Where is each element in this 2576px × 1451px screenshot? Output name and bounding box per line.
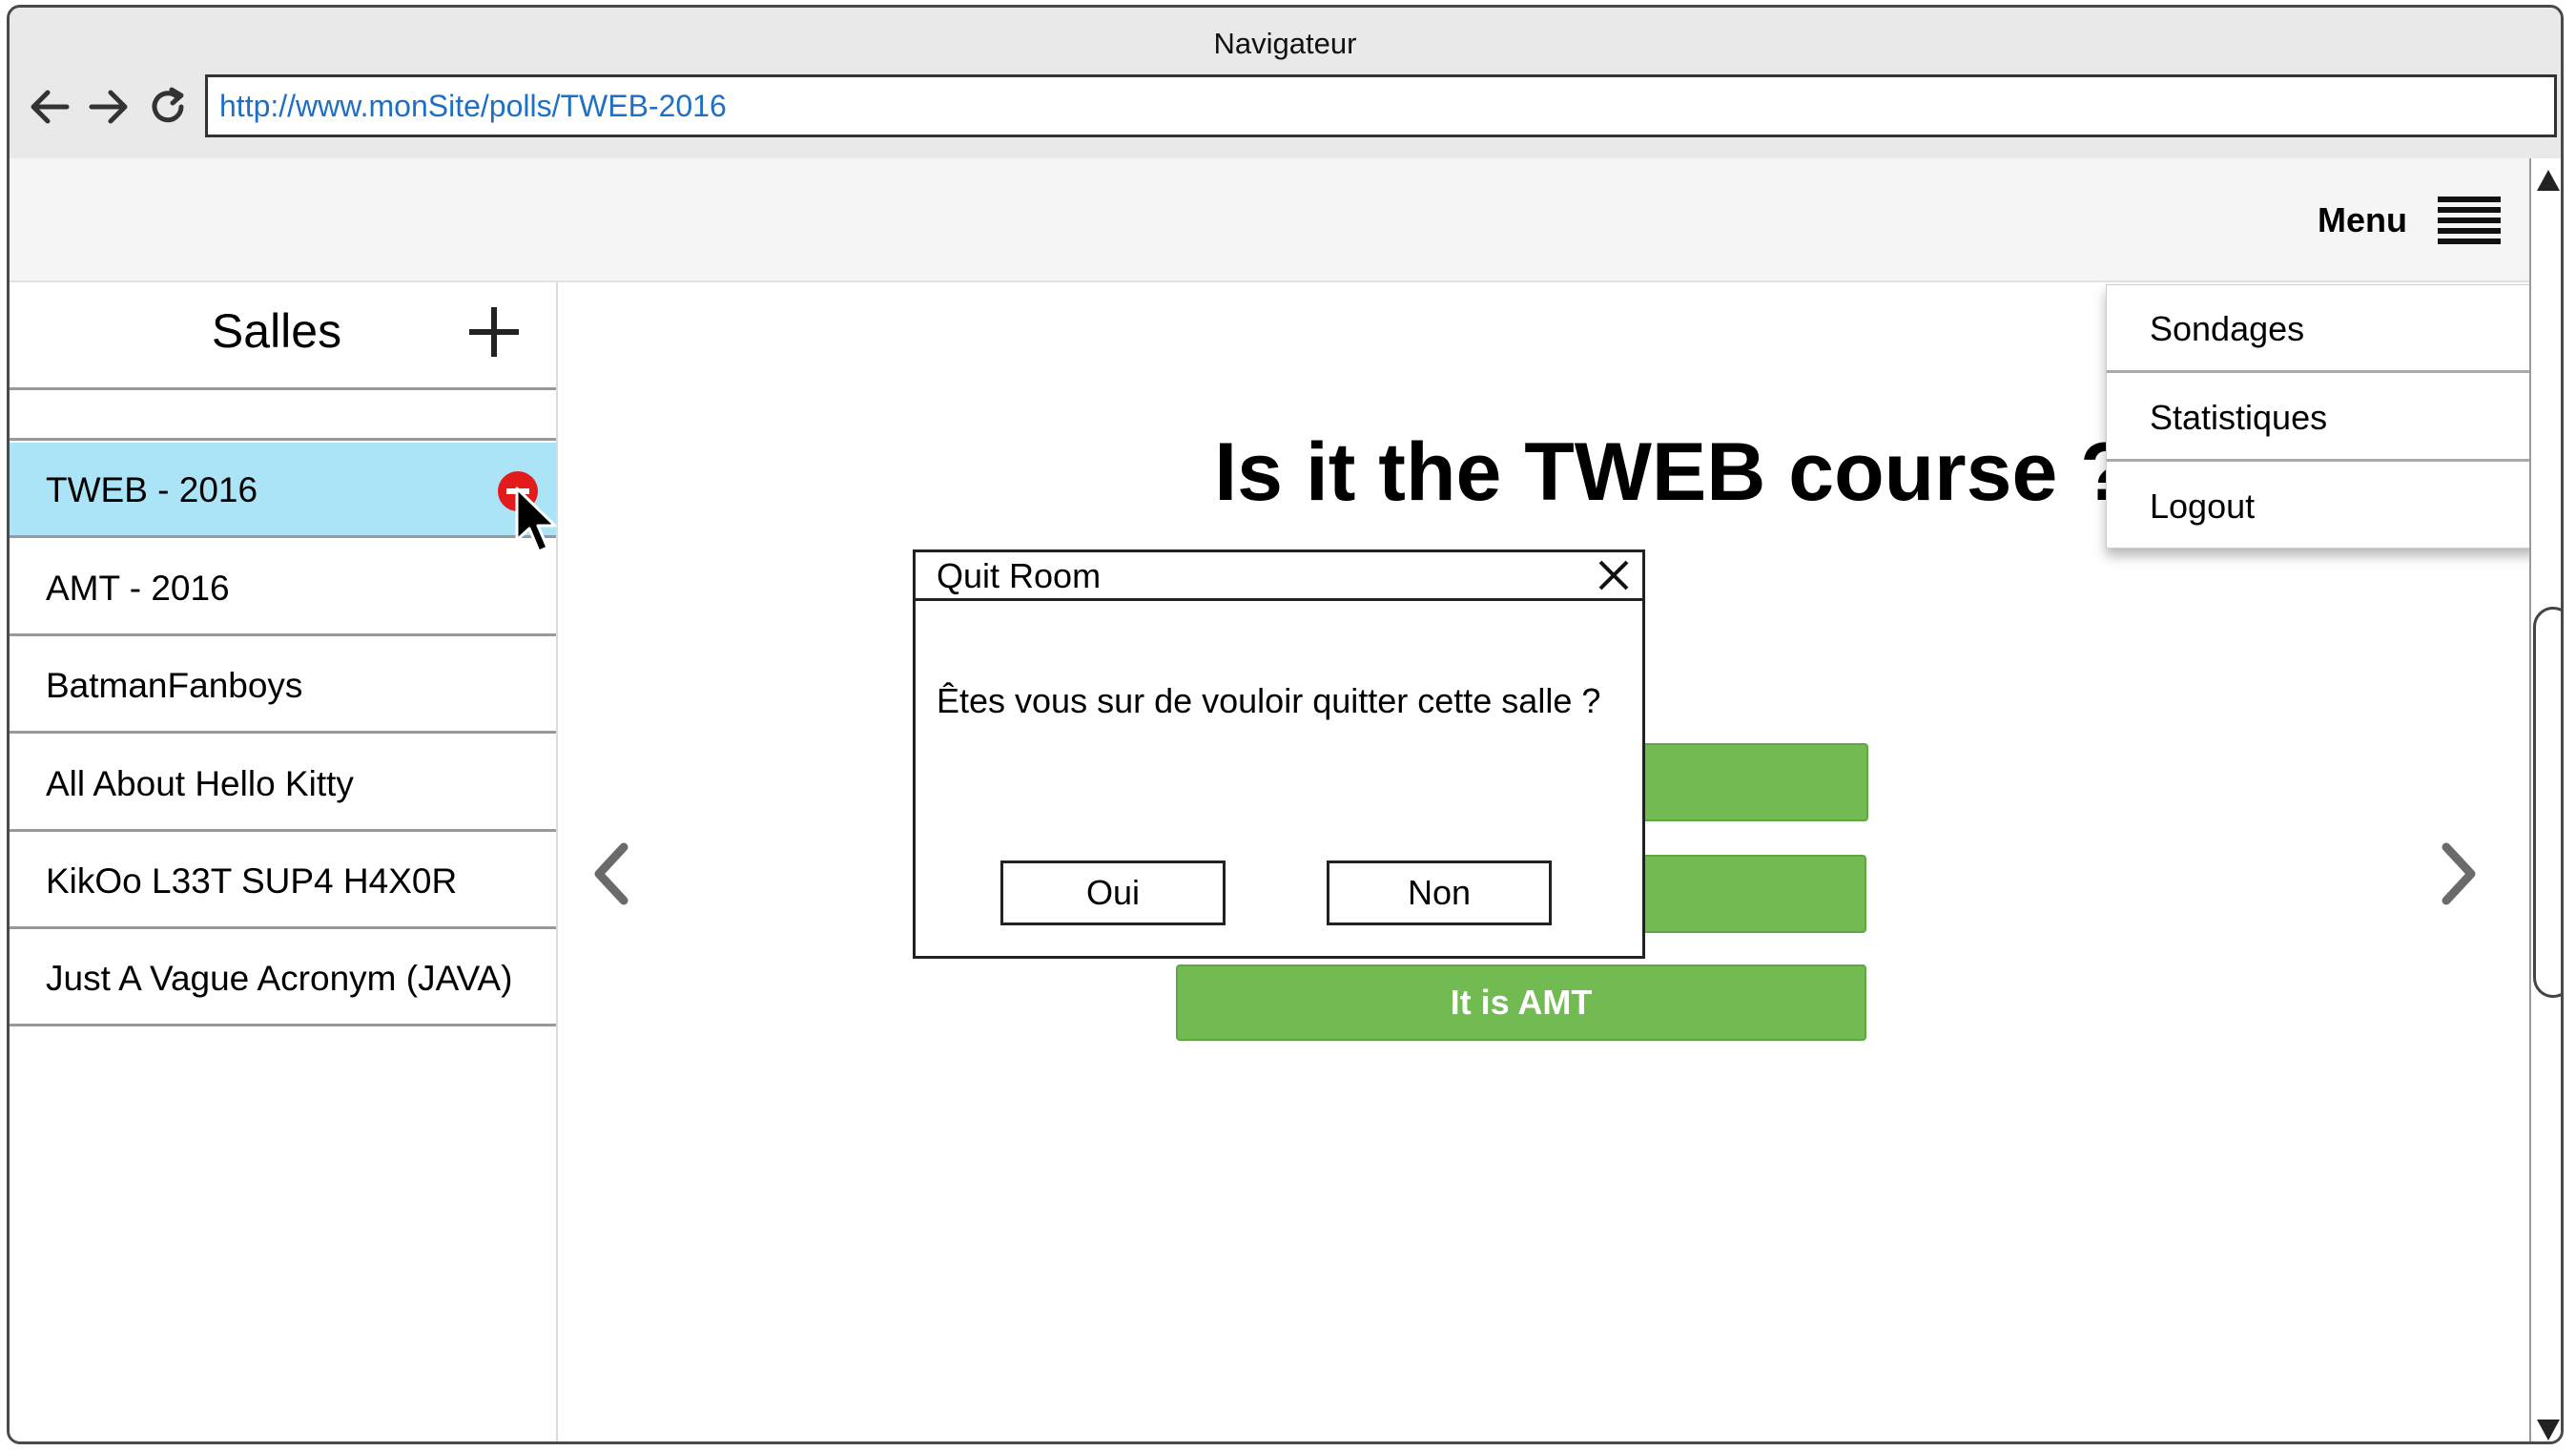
- menu-item-sondages[interactable]: Sondages: [2107, 285, 2536, 373]
- room-item-amt-2016[interactable]: AMT - 2016: [10, 541, 556, 636]
- room-label: Just A Vague Acronym (JAVA): [46, 959, 513, 998]
- quit-room-dialog: Quit Room Êtes vous sur de vouloir quitt…: [913, 549, 1645, 959]
- menu-item-logout[interactable]: Logout: [2107, 463, 2536, 550]
- menu-item-statistiques[interactable]: Statistiques: [2107, 374, 2536, 462]
- dialog-title: Quit Room: [937, 556, 1102, 595]
- room-label: TWEB - 2016: [46, 470, 258, 509]
- menu-dropdown: Sondages Statistiques Logout: [2106, 284, 2537, 549]
- menu-label[interactable]: Menu: [2318, 200, 2407, 240]
- address-bar[interactable]: http://www.monSite/polls/TWEB-2016: [205, 74, 2557, 137]
- sidebar-header: Salles: [10, 282, 556, 390]
- close-icon[interactable]: [1597, 558, 1631, 592]
- browser-window: Navigateur http://www.monSite/polls/TWEB…: [7, 5, 2564, 1444]
- scroll-down-arrow-icon[interactable]: [2535, 1416, 2561, 1441]
- room-label: AMT - 2016: [46, 569, 230, 608]
- scrollbar-thumb[interactable]: [2533, 607, 2561, 998]
- dialog-titlebar: Quit Room: [916, 552, 1642, 601]
- room-label: KikOo L33T SUP4 H4X0R: [46, 861, 458, 901]
- oui-button[interactable]: Oui: [1000, 860, 1226, 925]
- rooms-sidebar: Salles TWEB - 2016 AMT - 2016 BatmanFanb…: [10, 282, 558, 1441]
- room-label: All About Hello Kitty: [46, 764, 354, 803]
- next-chevron-icon[interactable]: [2435, 836, 2483, 912]
- browser-title: Navigateur: [1213, 27, 1357, 60]
- back-arrow-icon[interactable]: [27, 84, 72, 130]
- add-room-button[interactable]: [464, 301, 525, 363]
- room-label: BatmanFanboys: [46, 666, 303, 705]
- room-item-kikoo[interactable]: KikOo L33T SUP4 H4X0R: [10, 834, 556, 929]
- page-header: Menu: [10, 158, 2529, 282]
- reload-icon[interactable]: [145, 84, 191, 130]
- dialog-message: Êtes vous sur de vouloir quitter cette s…: [937, 681, 1601, 720]
- browser-toolbar: Navigateur http://www.monSite/polls/TWEB…: [10, 8, 2561, 160]
- hamburger-menu-icon[interactable]: [2438, 197, 2501, 246]
- room-item-hello-kitty[interactable]: All About Hello Kitty: [10, 736, 556, 832]
- mouse-cursor-icon: [515, 487, 557, 553]
- room-item-batmanfanboys[interactable]: BatmanFanboys: [10, 638, 556, 734]
- empty-list-row: [10, 390, 556, 441]
- previous-chevron-icon[interactable]: [587, 836, 635, 912]
- room-item-java[interactable]: Just A Vague Acronym (JAVA): [10, 931, 556, 1026]
- scroll-up-arrow-icon[interactable]: [2535, 166, 2561, 195]
- non-button[interactable]: Non: [1327, 860, 1552, 925]
- forward-arrow-icon[interactable]: [86, 84, 132, 130]
- vertical-scrollbar[interactable]: [2529, 158, 2561, 1441]
- room-item-tweb-2016[interactable]: TWEB - 2016: [10, 443, 556, 538]
- answer-button-3[interactable]: It is AMT: [1176, 964, 1866, 1041]
